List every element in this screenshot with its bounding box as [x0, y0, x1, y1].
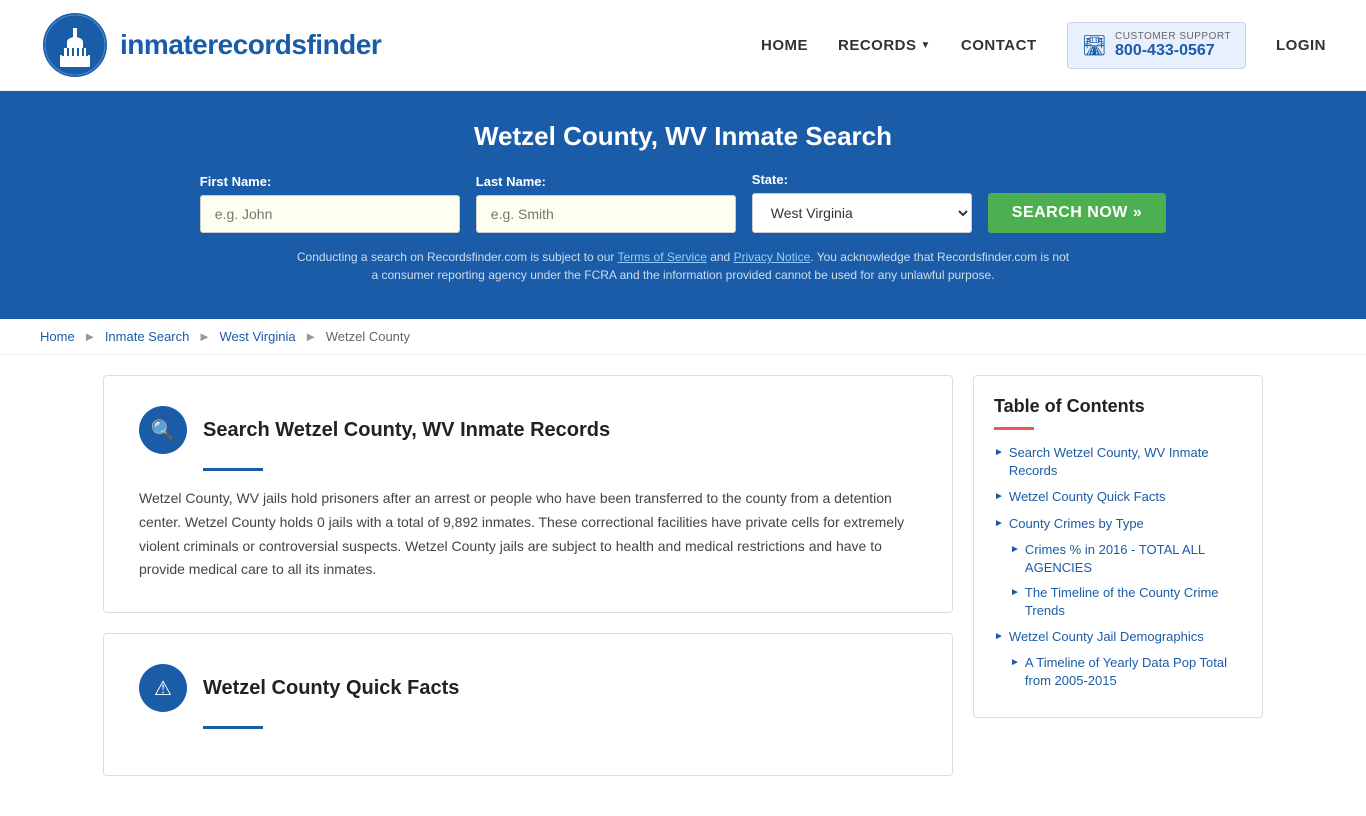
hero-title: Wetzel County, WV Inmate Search [40, 121, 1326, 152]
state-select[interactable]: West Virginia [752, 193, 972, 233]
logo-text: inmaterecordsfinder [120, 29, 381, 61]
section-body-1: Wetzel County, WV jails hold prisoners a… [139, 487, 917, 582]
breadcrumb-state[interactable]: West Virginia [219, 329, 295, 344]
breadcrumb-sep-3: ► [304, 329, 317, 344]
state-group: State: West Virginia [752, 172, 972, 233]
toc-chevron-icon: ► [1010, 586, 1020, 600]
section-header-1: 🔍 Search Wetzel County, WV Inmate Record… [139, 406, 917, 454]
nav-contact[interactable]: CONTACT [961, 37, 1037, 54]
chevron-down-icon: ▼ [921, 40, 931, 51]
toc-item-4[interactable]: ► Crimes % in 2016 - TOTAL ALL AGENCIES [1010, 541, 1242, 577]
breadcrumb-county: Wetzel County [326, 329, 410, 344]
toc-link-6[interactable]: ► Wetzel County Jail Demographics [994, 628, 1242, 646]
section-title-1: Search Wetzel County, WV Inmate Records [203, 419, 610, 442]
last-name-group: Last Name: [476, 174, 736, 233]
tos-link[interactable]: Terms of Service [618, 250, 707, 264]
toc-sublist: ► Crimes % in 2016 - TOTAL ALL AGENCIES … [994, 541, 1242, 621]
logo[interactable]: inmaterecordsfinder [40, 10, 381, 80]
state-label: State: [752, 172, 972, 187]
toc-chevron-icon: ► [994, 517, 1004, 531]
section-inmate-records: 🔍 Search Wetzel County, WV Inmate Record… [103, 375, 953, 613]
toc-item-7[interactable]: ► A Timeline of Yearly Data Pop Total fr… [1010, 654, 1242, 690]
toc-chevron-icon: ► [1010, 543, 1020, 557]
toc-link-7[interactable]: ► A Timeline of Yearly Data Pop Total fr… [1010, 654, 1242, 690]
privacy-link[interactable]: Privacy Notice [734, 250, 811, 264]
first-name-input[interactable] [200, 195, 460, 233]
toc-divider [994, 427, 1034, 430]
search-button[interactable]: SEARCH NOW » [988, 193, 1166, 233]
toc-list: ► Search Wetzel County, WV Inmate Record… [994, 444, 1242, 690]
first-name-label: First Name: [200, 174, 460, 189]
customer-support[interactable]: 🛣 CUSTOMER SUPPORT 800-433-0567 [1067, 22, 1246, 69]
support-label: CUSTOMER SUPPORT [1115, 31, 1231, 42]
search-form: First Name: Last Name: State: West Virgi… [233, 172, 1133, 233]
toc-sublist-2: ► A Timeline of Yearly Data Pop Total fr… [994, 654, 1242, 690]
section-underline-2 [203, 726, 263, 729]
breadcrumb-sep-2: ► [198, 329, 211, 344]
search-icon-circle: 🔍 [139, 406, 187, 454]
toc-card: Table of Contents ► Search Wetzel County… [973, 375, 1263, 718]
breadcrumb-inmate-search[interactable]: Inmate Search [105, 329, 190, 344]
nav-records[interactable]: RECORDS ▼ [838, 37, 931, 54]
hero-disclaimer: Conducting a search on Recordsfinder.com… [293, 248, 1073, 284]
alert-icon: ⚠ [154, 676, 172, 701]
section-header-2: ⚠ Wetzel County Quick Facts [139, 664, 917, 712]
toc-link-4[interactable]: ► Crimes % in 2016 - TOTAL ALL AGENCIES [1010, 541, 1242, 577]
support-number: 800-433-0567 [1115, 42, 1231, 60]
first-name-group: First Name: [200, 174, 460, 233]
breadcrumb: Home ► Inmate Search ► West Virginia ► W… [0, 319, 1366, 355]
breadcrumb-home[interactable]: Home [40, 329, 75, 344]
toc-chevron-icon: ► [994, 630, 1004, 644]
toc-item-6[interactable]: ► Wetzel County Jail Demographics [994, 628, 1242, 646]
toc-chevron-icon: ► [994, 446, 1004, 460]
toc-item-1[interactable]: ► Search Wetzel County, WV Inmate Record… [994, 444, 1242, 480]
main-layout: 🔍 Search Wetzel County, WV Inmate Record… [83, 375, 1283, 796]
section-title-2: Wetzel County Quick Facts [203, 677, 459, 700]
toc-item-3[interactable]: ► County Crimes by Type [994, 515, 1242, 533]
main-nav: HOME RECORDS ▼ CONTACT 🛣 CUSTOMER SUPPOR… [761, 22, 1326, 69]
site-header: inmaterecordsfinder HOME RECORDS ▼ CONTA… [0, 0, 1366, 91]
alert-icon-circle: ⚠ [139, 664, 187, 712]
toc-link-2[interactable]: ► Wetzel County Quick Facts [994, 488, 1242, 506]
nav-home[interactable]: HOME [761, 37, 808, 54]
hero-banner: Wetzel County, WV Inmate Search First Na… [0, 91, 1366, 319]
magnifier-icon: 🔍 [151, 418, 176, 443]
toc-link-5[interactable]: ► The Timeline of the County Crime Trend… [1010, 584, 1242, 620]
toc-item-5[interactable]: ► The Timeline of the County Crime Trend… [1010, 584, 1242, 620]
toc-chevron-icon: ► [1010, 656, 1020, 670]
toc-link-1[interactable]: ► Search Wetzel County, WV Inmate Record… [994, 444, 1242, 480]
breadcrumb-sep-1: ► [83, 329, 96, 344]
last-name-input[interactable] [476, 195, 736, 233]
nav-login[interactable]: LOGIN [1276, 37, 1326, 54]
section-quick-facts: ⚠ Wetzel County Quick Facts [103, 633, 953, 776]
headphone-icon: 🛣 [1082, 33, 1107, 58]
logo-icon [40, 10, 110, 80]
toc-chevron-icon: ► [994, 490, 1004, 504]
content-area: 🔍 Search Wetzel County, WV Inmate Record… [103, 375, 953, 796]
last-name-label: Last Name: [476, 174, 736, 189]
support-info: CUSTOMER SUPPORT 800-433-0567 [1115, 31, 1231, 60]
toc-item-2[interactable]: ► Wetzel County Quick Facts [994, 488, 1242, 506]
section-underline-1 [203, 468, 263, 471]
sidebar: Table of Contents ► Search Wetzel County… [973, 375, 1263, 796]
toc-title: Table of Contents [994, 396, 1242, 417]
toc-link-3[interactable]: ► County Crimes by Type [994, 515, 1242, 533]
